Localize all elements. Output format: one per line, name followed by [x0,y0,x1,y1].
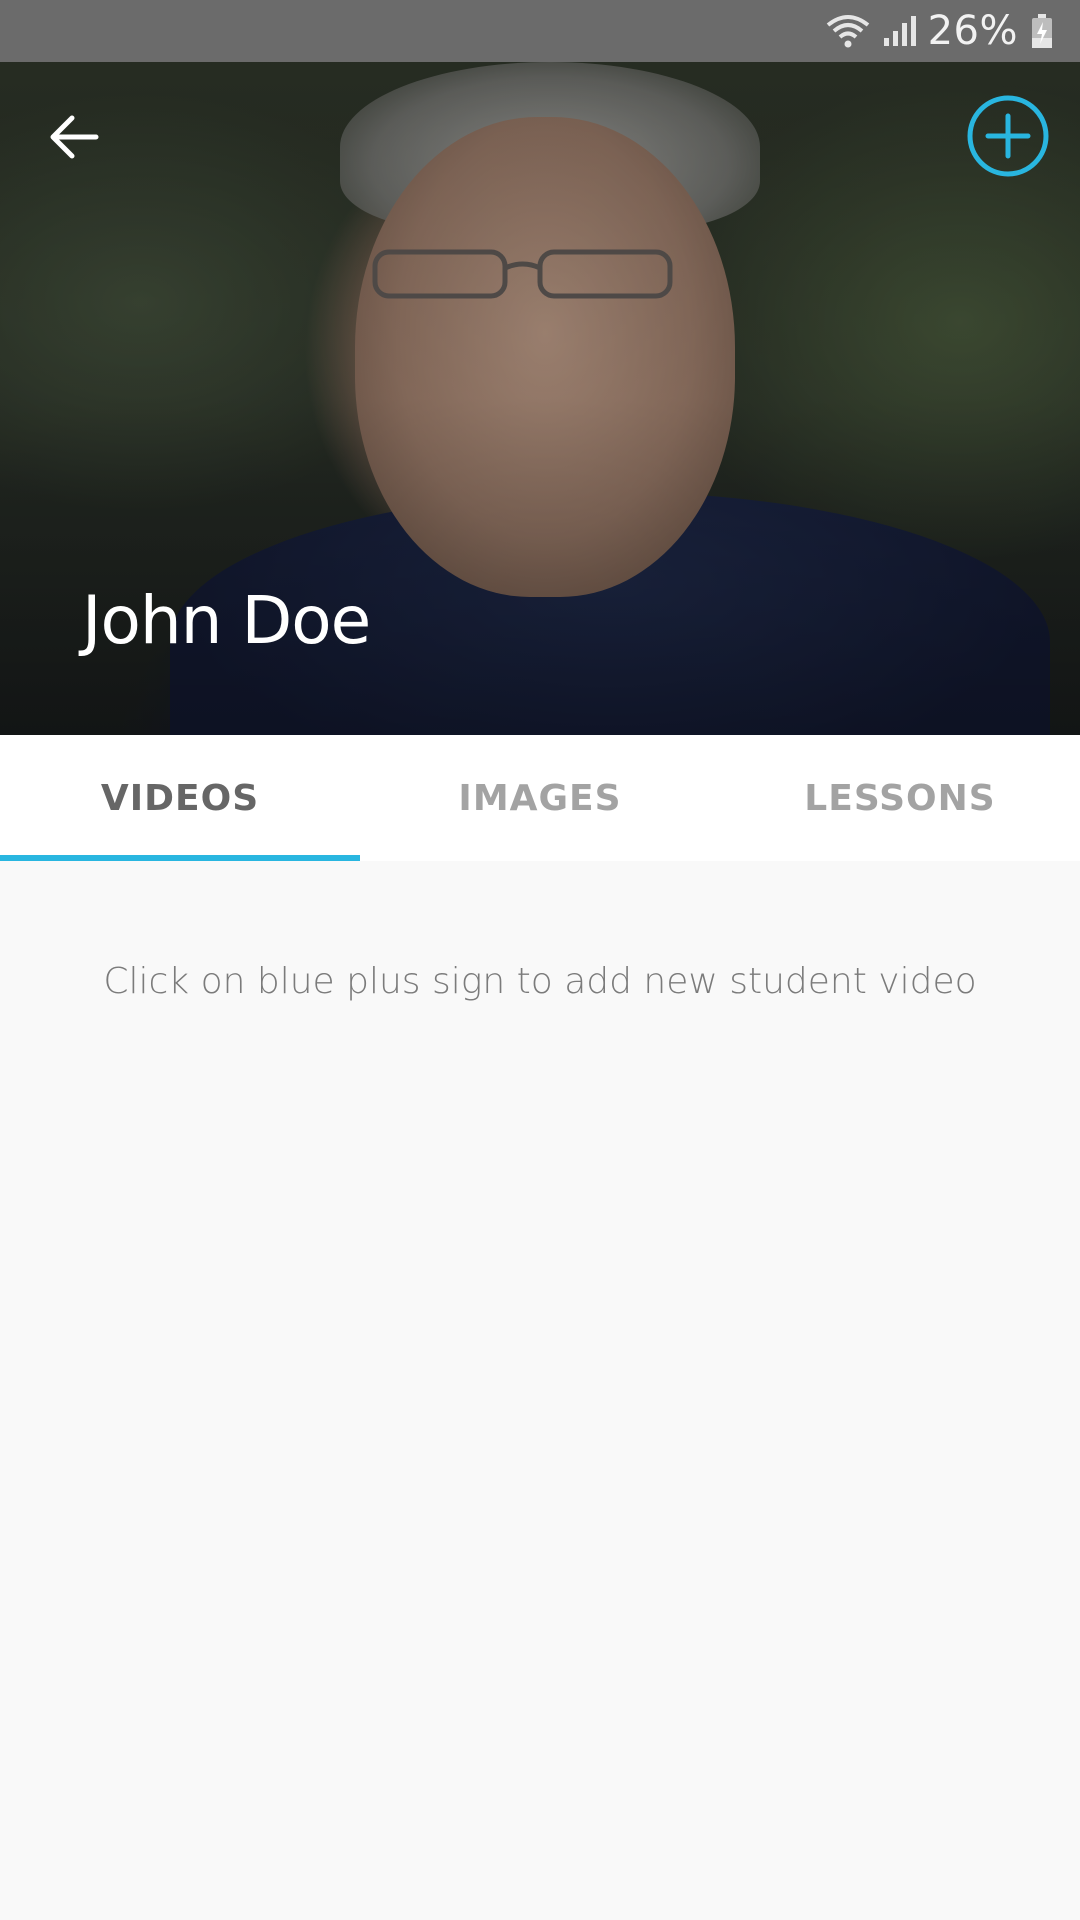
tab-images[interactable]: IMAGES [360,735,720,861]
tab-videos[interactable]: VIDEOS [0,735,360,861]
battery-charging-icon [1032,14,1052,48]
tab-lessons-label: LESSONS [804,777,996,819]
wifi-icon [826,15,869,48]
student-header: John Doe [0,62,1080,735]
status-bar: 26% [0,0,1080,62]
student-name: John Doe [82,582,371,659]
back-arrow-icon[interactable] [44,107,104,167]
videos-panel: Click on blue plus sign to add new stude… [0,861,1080,1920]
tab-lessons[interactable]: LESSONS [720,735,1080,861]
signal-icon [883,16,916,46]
battery-percent: 26% [927,8,1018,54]
tab-images-label: IMAGES [458,777,622,819]
tab-bar: VIDEOS IMAGES LESSONS [0,735,1080,861]
tab-videos-label: VIDEOS [100,777,260,819]
add-video-button[interactable] [966,94,1050,178]
empty-state-message: Click on blue plus sign to add new stude… [103,961,977,1002]
